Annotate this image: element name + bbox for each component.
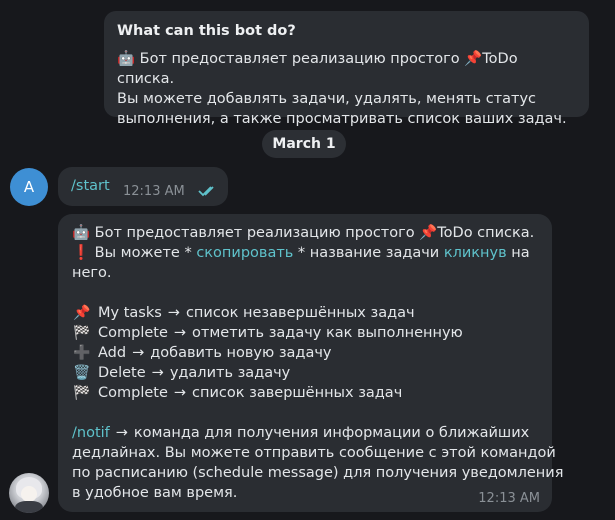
hint-suffix: на <box>506 245 530 261</box>
command-desc: список незавершённых задач <box>185 305 415 321</box>
bot-copy-hint-line: ❗ Вы можете * скопировать * название зад… <box>72 243 530 263</box>
arrow-icon: → <box>115 425 128 441</box>
plus-icon: ➕ <box>73 345 91 361</box>
checkered-flag-icon: 🏁 <box>73 325 91 341</box>
command-desc: список завершённых задач <box>192 385 403 401</box>
hint-mid: * название задачи <box>293 245 444 261</box>
notif-desc: команда для получения информации о ближа… <box>133 425 530 441</box>
notif-desc-line: в удобное вам время. <box>72 485 238 501</box>
arrow-icon: → <box>173 385 187 401</box>
bot-message-bubble[interactable]: 🤖 Бот предоставляет реализацию простого … <box>58 214 563 512</box>
notif-line: /notif → команда для получения информации … <box>72 423 529 443</box>
arrow-icon: → <box>167 305 180 321</box>
notif-desc-line: по расписанию (schedule message) для пол… <box>72 465 564 481</box>
command-item: 🏁 Complete → отметить задачу как выполненну… <box>72 323 463 343</box>
message-time: 12:13 AM <box>123 184 185 199</box>
bot-hint-line-end: него. <box>72 265 112 281</box>
command-name: My tasks <box>98 305 162 321</box>
date-divider[interactable]: March 1 <box>262 130 346 158</box>
hint-prefix: ❗ Вы можете * <box>72 245 197 261</box>
bot-avatar[interactable] <box>9 473 49 513</box>
command-item: 🏁 Complete → список завершённых задач <box>72 383 402 403</box>
command-item: 📌 My tasks → список незавершённых задач <box>72 303 415 323</box>
command-name: Complete <box>98 385 168 401</box>
command-desc: добавить новую задачу <box>150 345 332 361</box>
bot-message-time: 12:13 AM <box>478 491 540 506</box>
checkered-flag-icon: 🏁 <box>73 385 91 401</box>
bot-description-text: 🤖 Бот предоставляет реализацию простого … <box>117 51 567 127</box>
arrow-icon: → <box>151 365 164 381</box>
command-name: Add <box>98 345 127 361</box>
click-link[interactable]: кликнув <box>444 245 507 261</box>
copy-link[interactable]: скопировать <box>196 245 293 261</box>
command-name: Delete <box>98 365 146 381</box>
bot-description-card: What can this bot do? 🤖 Бот предоставляе… <box>104 11 589 127</box>
bot-description-title: What can this bot do? <box>117 23 296 39</box>
bot-intro-line: 🤖 Бот предоставляет реализацию простого … <box>72 225 535 241</box>
arrow-icon: → <box>132 345 145 361</box>
user-message-time: 12:13 AM <box>123 184 185 199</box>
command-desc: отметить задачу как выполненную <box>192 325 463 341</box>
double-check-icon <box>198 186 214 197</box>
command-item: ➕ Add → добавить новую задачу <box>72 343 331 363</box>
trash-icon: 🗑️ <box>73 365 91 381</box>
command-name: Complete <box>98 325 168 341</box>
command-desc: удалить задачу <box>169 365 291 381</box>
user-message-bubble[interactable]: /start 12:13 AM <box>58 167 228 206</box>
notif-desc-line: дедлайнах. Вы можете отправить сообщение… <box>72 445 556 461</box>
user-message-text[interactable]: /start <box>71 178 110 194</box>
arrow-icon: → <box>173 325 187 341</box>
user-avatar[interactable]: A <box>10 168 48 206</box>
command-item: 🗑️ Delete → удалить задачу <box>72 363 290 383</box>
notif-command-link[interactable]: /notif <box>72 425 110 441</box>
pin-icon: 📌 <box>73 305 91 321</box>
